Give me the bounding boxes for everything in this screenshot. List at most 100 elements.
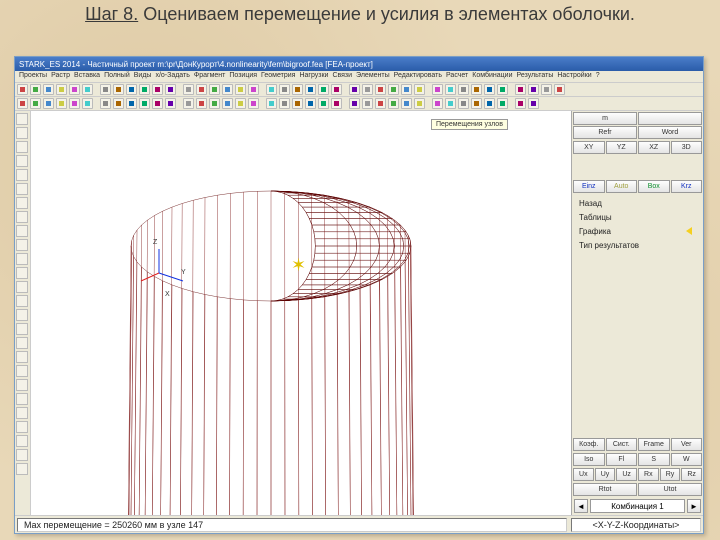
- toolbar-icon[interactable]: [82, 84, 93, 95]
- toolbar-icon[interactable]: [554, 84, 565, 95]
- menu-item[interactable]: Нагрузки: [299, 72, 328, 79]
- toolbar-icon[interactable]: [279, 84, 290, 95]
- toolbar-icon[interactable]: [165, 98, 176, 109]
- palette-icon[interactable]: [16, 323, 28, 335]
- btn-refr[interactable]: Refr: [573, 126, 637, 139]
- toolbar-icon[interactable]: [401, 98, 412, 109]
- menu-item[interactable]: Виды: [134, 72, 152, 79]
- toolbar-icon[interactable]: [401, 84, 412, 95]
- toolbar-icon[interactable]: [266, 98, 277, 109]
- toolbar-icon[interactable]: [69, 98, 80, 109]
- btn-ver[interactable]: Ver: [671, 438, 703, 451]
- btn-m[interactable]: m: [573, 112, 637, 125]
- toolbar-icon[interactable]: [388, 98, 399, 109]
- menu-item[interactable]: Элементы: [356, 72, 390, 79]
- palette-icon[interactable]: [16, 253, 28, 265]
- menu-back[interactable]: Назад: [577, 197, 698, 211]
- btn-rtot[interactable]: Rtot: [573, 483, 637, 496]
- btn-xy[interactable]: XY: [573, 141, 605, 154]
- toolbar-icon[interactable]: [375, 98, 386, 109]
- palette-icon[interactable]: [16, 197, 28, 209]
- palette-icon[interactable]: [16, 169, 28, 181]
- toolbar-icon[interactable]: [497, 84, 508, 95]
- palette-icon[interactable]: [16, 281, 28, 293]
- toolbar-icon[interactable]: [279, 98, 290, 109]
- toolbar-icon[interactable]: [471, 84, 482, 95]
- toolbar-icon[interactable]: [152, 98, 163, 109]
- palette-icon[interactable]: [16, 449, 28, 461]
- btn-uz[interactable]: Uz: [616, 468, 637, 481]
- btn-coef[interactable]: Коэф.: [573, 438, 605, 451]
- combo-next-icon[interactable]: ►: [687, 499, 701, 513]
- toolbar-icon[interactable]: [248, 84, 259, 95]
- toolbar-icon[interactable]: [528, 98, 539, 109]
- toolbar-icon[interactable]: [43, 84, 54, 95]
- toolbar-icon[interactable]: [113, 98, 124, 109]
- toolbar-icon[interactable]: [292, 98, 303, 109]
- menu-item[interactable]: Вставка: [74, 72, 100, 79]
- toolbar-icon[interactable]: [183, 84, 194, 95]
- toolbar-icon[interactable]: [248, 98, 259, 109]
- toolbar-icon[interactable]: [484, 98, 495, 109]
- menu-item[interactable]: Редактировать: [394, 72, 442, 79]
- toolbar-icon[interactable]: [152, 84, 163, 95]
- palette-icon[interactable]: [16, 127, 28, 139]
- toolbar-icon[interactable]: [414, 98, 425, 109]
- palette-icon[interactable]: [16, 211, 28, 223]
- btn-fl[interactable]: Fl: [606, 453, 638, 466]
- toolbar-icon[interactable]: [292, 84, 303, 95]
- btn-iso[interactable]: Iso: [573, 453, 605, 466]
- palette-icon[interactable]: [16, 407, 28, 419]
- toolbar-icon[interactable]: [318, 84, 329, 95]
- combo-label[interactable]: Комбинация 1: [590, 499, 685, 513]
- titlebar[interactable]: STARK_ES 2014 - Частичный проект m:\pr\Д…: [15, 57, 703, 71]
- toolbar-icon[interactable]: [17, 84, 28, 95]
- btn-s[interactable]: S: [638, 453, 670, 466]
- palette-icon[interactable]: [16, 309, 28, 321]
- toolbar-icon[interactable]: [497, 98, 508, 109]
- menu-item[interactable]: Полный: [104, 72, 130, 79]
- toolbar-icon[interactable]: [375, 84, 386, 95]
- menu-item[interactable]: Проекты: [19, 72, 47, 79]
- toolbar-icon[interactable]: [126, 98, 137, 109]
- toolbar-icon[interactable]: [515, 84, 526, 95]
- toolbar-icon[interactable]: [139, 98, 150, 109]
- toolbar-icon[interactable]: [30, 84, 41, 95]
- btn-box[interactable]: Box: [638, 180, 670, 193]
- btn-auto[interactable]: Auto: [606, 180, 638, 193]
- palette-icon[interactable]: [16, 351, 28, 363]
- btn-yz[interactable]: YZ: [606, 141, 638, 154]
- menu-item[interactable]: Комбинации: [472, 72, 512, 79]
- palette-icon[interactable]: [16, 155, 28, 167]
- toolbar-icon[interactable]: [209, 98, 220, 109]
- toolbar-icon[interactable]: [266, 84, 277, 95]
- btn-blank[interactable]: [638, 112, 702, 125]
- btn-w[interactable]: W: [671, 453, 703, 466]
- toolbar-icon[interactable]: [222, 98, 233, 109]
- btn-uy[interactable]: Uy: [595, 468, 616, 481]
- toolbar-icon[interactable]: [69, 84, 80, 95]
- palette-icon[interactable]: [16, 365, 28, 377]
- palette-icon[interactable]: [16, 435, 28, 447]
- toolbar-icon[interactable]: [305, 98, 316, 109]
- toolbar-icon[interactable]: [56, 98, 67, 109]
- menu-item[interactable]: Расчет: [446, 72, 468, 79]
- toolbar-icon[interactable]: [196, 84, 207, 95]
- toolbar-icon[interactable]: [100, 84, 111, 95]
- toolbar-icon[interactable]: [445, 98, 456, 109]
- toolbar-icon[interactable]: [126, 84, 137, 95]
- toolbar-icon[interactable]: [484, 84, 495, 95]
- toolbar-icon[interactable]: [56, 84, 67, 95]
- menu-item[interactable]: ?: [596, 72, 600, 79]
- toolbar-icon[interactable]: [471, 98, 482, 109]
- btn-krz[interactable]: Krz: [671, 180, 703, 193]
- toolbar-icon[interactable]: [349, 98, 360, 109]
- toolbar-icon[interactable]: [388, 84, 399, 95]
- menu-item[interactable]: Результаты: [516, 72, 553, 79]
- palette-icon[interactable]: [16, 225, 28, 237]
- toolbar-icon[interactable]: [165, 84, 176, 95]
- toolbar-icon[interactable]: [82, 98, 93, 109]
- toolbar-icon[interactable]: [432, 98, 443, 109]
- palette-icon[interactable]: [16, 295, 28, 307]
- menu-graphics[interactable]: Графика: [577, 225, 698, 239]
